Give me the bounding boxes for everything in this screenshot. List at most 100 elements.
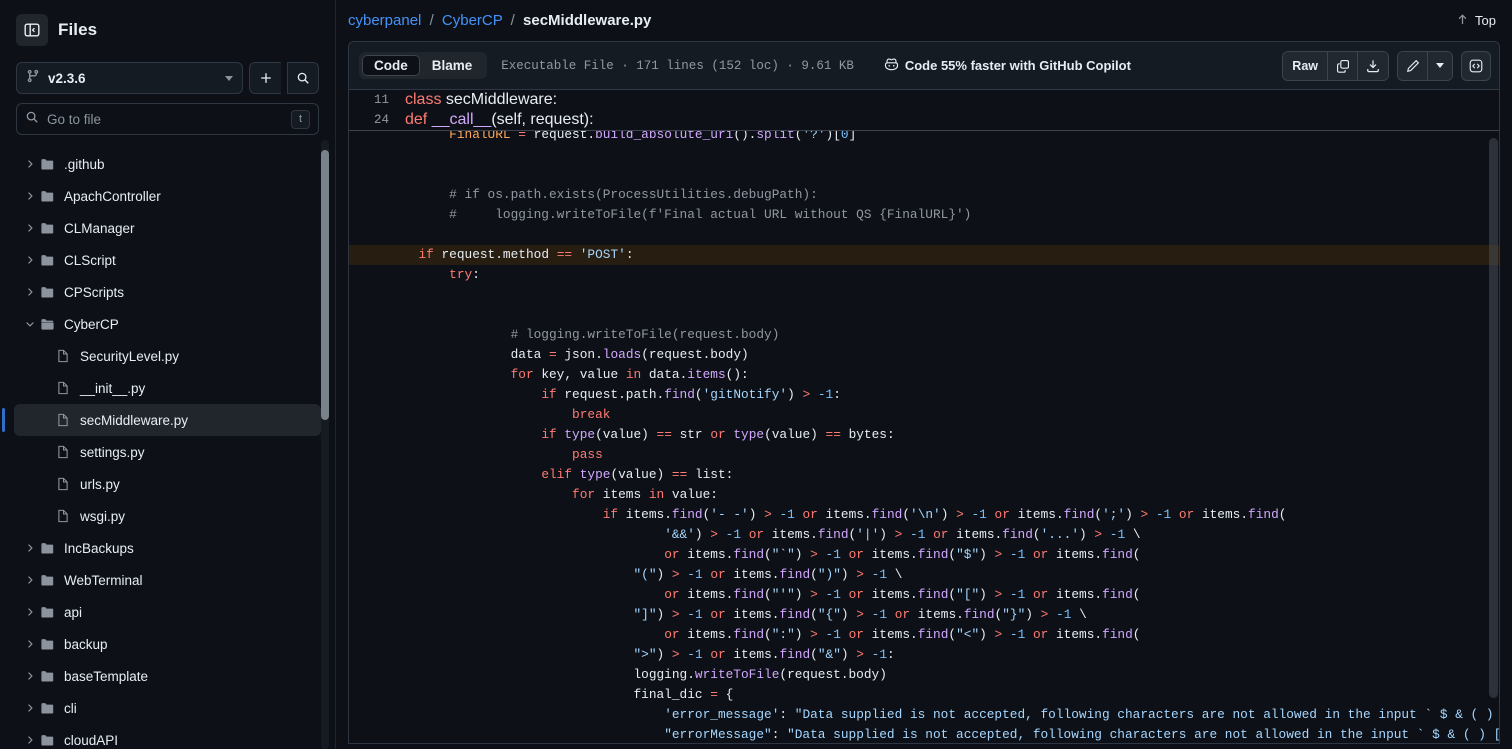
main-content: cyberpanel / CyberCP / secMiddleware.py …	[336, 0, 1512, 749]
tree-item-github[interactable]: .github	[14, 148, 321, 180]
code-line: if request.path.find('gitNotify') > -1:	[348, 385, 1499, 405]
tree-item-api[interactable]: api	[14, 596, 321, 628]
download-icon[interactable]	[1358, 52, 1388, 80]
line-content: data = json.loads(request.body)	[349, 345, 749, 365]
line-content: elif type(value) == list:	[349, 465, 733, 485]
tree-item-clmanager[interactable]: CLManager	[14, 212, 321, 244]
file-metadata: Executable File · 171 lines (152 loc) · …	[501, 59, 854, 73]
tree-item-label: SecurityLevel.py	[80, 349, 179, 364]
line-number: 11	[349, 93, 397, 107]
tree-item-apachcontroller[interactable]: ApachController	[14, 180, 321, 212]
tree-item-securitylevel-py[interactable]: SecurityLevel.py	[14, 340, 321, 372]
chevron-down-icon	[22, 318, 38, 330]
code-line: if items.find('- -') > -1 or items.find(…	[348, 505, 1499, 525]
tree-item-cpscripts[interactable]: CPScripts	[14, 276, 321, 308]
tree-item-init-py[interactable]: __init__.py	[14, 372, 321, 404]
line-content: ">") > -1 or items.find("&") > -1:	[349, 645, 895, 665]
tree-item-clscript[interactable]: CLScript	[14, 244, 321, 276]
chevron-right-icon	[22, 158, 38, 170]
tree-item-settings-py[interactable]: settings.py	[14, 436, 321, 468]
breadcrumb-folder[interactable]: CyberCP	[442, 12, 503, 29]
tab-blame[interactable]: Blame	[420, 55, 485, 76]
breadcrumb-owner[interactable]: cyberpanel	[348, 12, 421, 29]
code-line: break	[348, 405, 1499, 425]
go-to-file-field[interactable]: t	[16, 103, 319, 135]
chevron-right-icon	[22, 542, 38, 554]
tree-item-basetemplate[interactable]: baseTemplate	[14, 660, 321, 692]
raw-button[interactable]: Raw	[1283, 52, 1328, 80]
edit-menu-chevron-down-icon[interactable]	[1428, 52, 1452, 80]
code-line: or items.find("'") > -1 or items.find("[…	[348, 585, 1499, 605]
tree-item-wsgi-py[interactable]: wsgi.py	[14, 500, 321, 532]
sidebar-collapse-icon[interactable]	[16, 14, 48, 46]
chevron-right-icon	[22, 222, 38, 234]
line-content: "]") > -1 or items.find("{") > -1 or ite…	[349, 605, 1087, 625]
scroll-to-top-button[interactable]: Top	[1456, 13, 1496, 29]
sticky-code-line: 24 def __call__(self, request):	[349, 110, 1499, 130]
line-content: or items.find(":") > -1 or items.find("<…	[349, 625, 1140, 645]
chevron-right-icon	[22, 286, 38, 298]
line-content: if items.find('- -') > -1 or items.find(…	[349, 505, 1286, 525]
copy-icon[interactable]	[1328, 52, 1358, 80]
line-content: if request.method == 'POST':	[349, 245, 634, 265]
file-toolbar: Code Blame Executable File · 171 lines (…	[349, 42, 1499, 90]
code-line: pass	[348, 445, 1499, 465]
tab-code[interactable]: Code	[362, 55, 420, 76]
tree-item-cli[interactable]: cli	[14, 692, 321, 724]
chevron-right-icon	[22, 670, 38, 682]
copilot-promo[interactable]: Code 55% faster with GitHub Copilot	[884, 57, 1131, 75]
code-line	[348, 145, 1499, 165]
code-line: or items.find("`") > -1 or items.find("$…	[348, 545, 1499, 565]
files-sidebar: Files v2.3.6	[0, 0, 336, 749]
folder-icon	[40, 253, 56, 268]
file-icon	[56, 445, 72, 459]
code-line: for items in value:	[348, 485, 1499, 505]
add-file-button[interactable]	[249, 62, 281, 94]
arrow-up-icon	[1456, 13, 1469, 29]
folder-icon	[40, 285, 56, 300]
tree-item-cybercp[interactable]: CyberCP	[14, 308, 321, 340]
line-content: 'error_message': "Data supplied is not a…	[349, 705, 1499, 725]
line-content: # logging.writeToFile(request.body)	[349, 325, 779, 345]
search-icon	[25, 110, 39, 129]
line-content: "(") > -1 or items.find(")") > -1 \	[349, 565, 902, 585]
edit-group	[1397, 51, 1453, 81]
tree-item-cloudapi[interactable]: cloudAPI	[14, 724, 321, 749]
code-line: elif type(value) == list:	[348, 465, 1499, 485]
code-line: for key, value in data.items():	[348, 365, 1499, 385]
go-to-file-input[interactable]	[47, 112, 283, 127]
breadcrumb: cyberpanel / CyberCP / secMiddleware.py	[348, 12, 651, 29]
tree-item-label: backup	[64, 637, 108, 652]
code-content[interactable]: FinalURL = request.build_absolute_uri().…	[348, 131, 1499, 744]
chevron-right-icon	[22, 574, 38, 586]
code-brackets-icon[interactable]	[1461, 51, 1491, 81]
code-line: "errorMessage": "Data supplied is not ac…	[348, 725, 1499, 744]
tree-item-webterminal[interactable]: WebTerminal	[14, 564, 321, 596]
code-line: FinalURL = request.build_absolute_uri().…	[348, 131, 1499, 145]
sidebar-scrollbar-thumb[interactable]	[321, 150, 329, 420]
tree-item-backup[interactable]: backup	[14, 628, 321, 660]
code-scrollbar-thumb[interactable]	[1489, 138, 1498, 698]
code-line: "(") > -1 or items.find(")") > -1 \	[348, 565, 1499, 585]
chevron-right-icon	[22, 606, 38, 618]
folder-icon	[40, 669, 56, 684]
tree-item-incbackups[interactable]: IncBackups	[14, 532, 321, 564]
search-repo-button[interactable]	[287, 62, 319, 94]
chevron-down-icon	[225, 76, 233, 81]
tree-item-urls-py[interactable]: urls.py	[14, 468, 321, 500]
branch-selector[interactable]: v2.3.6	[16, 62, 243, 94]
pencil-icon[interactable]	[1398, 52, 1428, 80]
breadcrumb-bar: cyberpanel / CyberCP / secMiddleware.py …	[336, 0, 1512, 41]
folder-icon	[40, 733, 56, 748]
code-line: # if os.path.exists(ProcessUtilities.deb…	[348, 185, 1499, 205]
folder-icon	[40, 637, 56, 652]
folder-icon	[40, 541, 56, 556]
tree-item-label: CyberCP	[64, 317, 119, 332]
tree-item-label: settings.py	[80, 445, 145, 460]
tree-item-label: __init__.py	[80, 381, 145, 396]
file-tree: .githubApachControllerCLManagerCLScriptC…	[0, 142, 335, 749]
code-line: try:	[348, 265, 1499, 285]
chevron-right-icon	[22, 702, 38, 714]
tree-item-secmiddleware-py[interactable]: secMiddleware.py	[14, 404, 321, 436]
file-icon	[56, 413, 72, 427]
